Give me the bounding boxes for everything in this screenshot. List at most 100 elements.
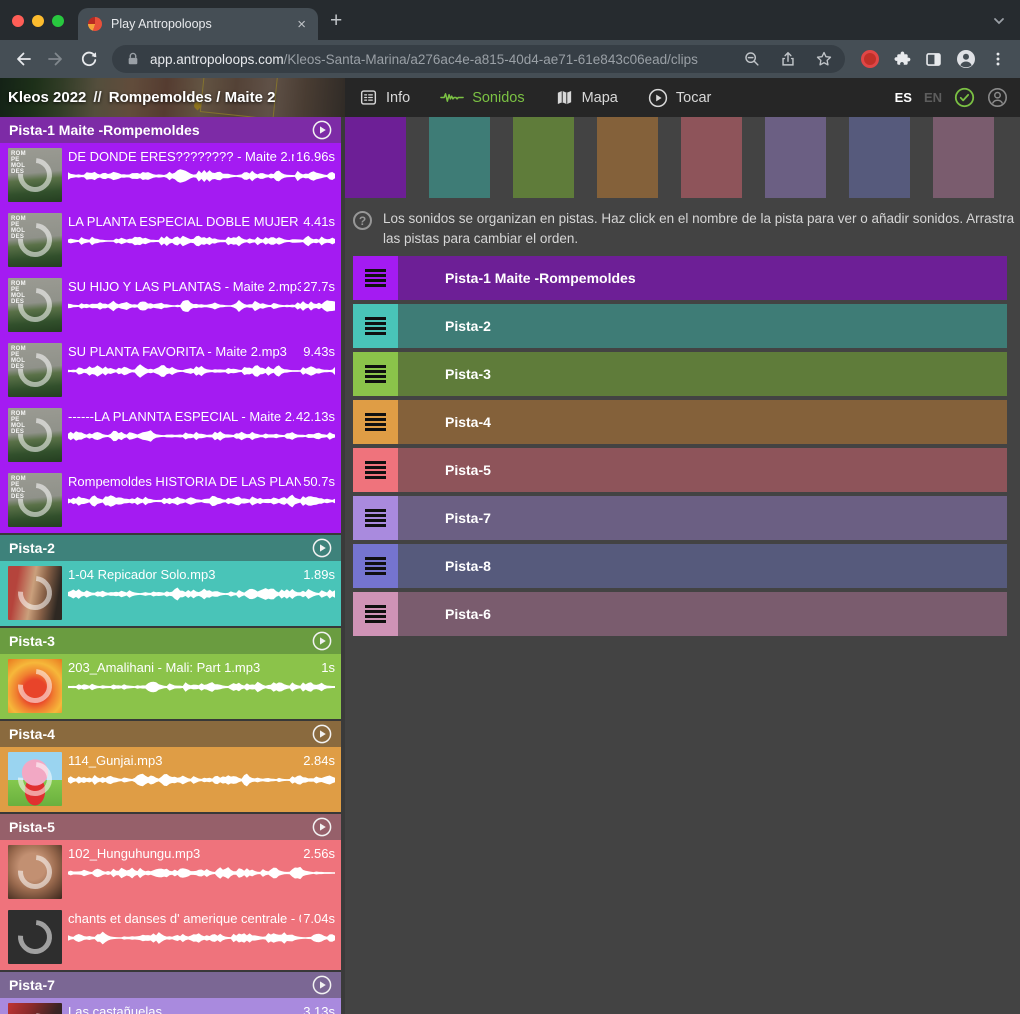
nav-info[interactable]: Info — [359, 88, 410, 107]
clip-waveform[interactable] — [68, 362, 335, 380]
minimize-window-button[interactable] — [32, 15, 44, 27]
track-name: Pista-4 — [9, 726, 55, 742]
clip-item[interactable]: ROMPEMOLDES SU HIJO Y LAS PLANTAS - Maite… — [0, 273, 341, 338]
drag-handle[interactable] — [353, 352, 398, 396]
clip-waveform[interactable] — [68, 492, 335, 510]
address-bar[interactable]: app.antropoloops.com/Kleos-Santa-Marina/… — [112, 45, 845, 73]
nav-sonidos[interactable]: Sonidos — [440, 88, 524, 107]
drag-handle[interactable] — [353, 592, 398, 636]
zoom-icon[interactable] — [743, 50, 761, 68]
track-row-body[interactable]: Pista-3 — [398, 352, 1007, 396]
clip-title: chants et danses d' amerique centrale - … — [68, 911, 301, 926]
clip-item[interactable]: 102_Hunguhungu.mp32.56s — [0, 840, 341, 905]
track-row[interactable]: Pista-3 — [353, 352, 1007, 396]
clip-thumbnail: ROMPEMOLDES — [8, 408, 62, 462]
clip-title: LA PLANTA ESPECIAL DOBLE MUJER - Mai... — [68, 214, 301, 229]
track-row-body[interactable]: Pista-1 Maite -Rompemoldes — [398, 256, 1007, 300]
clip-waveform[interactable] — [68, 427, 335, 445]
lang-es[interactable]: ES — [895, 90, 912, 105]
track-play-button[interactable] — [312, 817, 332, 837]
track-row-body[interactable]: Pista-6 — [398, 592, 1007, 636]
clip-waveform[interactable] — [68, 585, 335, 603]
track-row[interactable]: Pista-1 Maite -Rompemoldes — [353, 256, 1007, 300]
track-header[interactable]: Pista-7 — [0, 972, 341, 998]
clip-item[interactable]: Las castañuelas3.13s — [0, 998, 341, 1014]
drag-handle[interactable] — [353, 400, 398, 444]
clip-item[interactable]: 203_Amalihani - Mali: Part 1.mp31s — [0, 654, 341, 719]
clip-duration: 27.7s — [303, 279, 335, 294]
clip-waveform[interactable] — [68, 167, 335, 185]
track-play-button[interactable] — [312, 724, 332, 744]
clip-waveform[interactable] — [68, 232, 335, 250]
track-header[interactable]: Pista-1 Maite -Rompemoldes — [0, 117, 341, 143]
clip-duration: 50.7s — [303, 474, 335, 489]
reload-icon[interactable] — [79, 49, 99, 69]
track-play-button[interactable] — [312, 538, 332, 558]
extensions-puzzle-icon[interactable] — [892, 50, 911, 69]
clip-thumbnail: ROMPEMOLDES — [8, 278, 62, 332]
tab-close-icon[interactable]: × — [295, 17, 308, 32]
clip-item[interactable]: ROMPEMOLDESLA PLANTA ESPECIAL DOBLE MUJE… — [0, 208, 341, 273]
track-row-body[interactable]: Pista-7 — [398, 496, 1007, 540]
share-icon[interactable] — [779, 50, 797, 68]
drag-handle[interactable] — [353, 448, 398, 492]
track-row[interactable]: Pista-7 — [353, 496, 1007, 540]
clip-item[interactable]: ROMPEMOLDES------LA PLANNTA ESPECIAL - M… — [0, 403, 341, 468]
clip-item[interactable]: chants et danses d' amerique centrale - … — [0, 905, 341, 970]
account-icon[interactable] — [987, 87, 1008, 108]
browser-menu-kebab-icon[interactable] — [989, 50, 1007, 68]
clip-info: SU HIJO Y LAS PLANTAS - Maite 2.mp327.7s — [68, 279, 335, 294]
clip-waveform[interactable] — [68, 864, 335, 882]
drag-handle[interactable] — [353, 304, 398, 348]
side-panel-icon[interactable] — [924, 50, 943, 69]
new-tab-button[interactable]: + — [330, 10, 342, 31]
forward-icon[interactable] — [46, 49, 66, 69]
breadcrumb-project[interactable]: Kleos 2022 — [8, 89, 86, 106]
track-header[interactable]: Pista-3 — [0, 628, 341, 654]
track-row-body[interactable]: Pista-8 — [398, 544, 1007, 588]
clip-waveform[interactable] — [68, 771, 335, 789]
track-play-button[interactable] — [312, 975, 332, 995]
maximize-window-button[interactable] — [52, 15, 64, 27]
browser-tab[interactable]: Play Antropoloops × — [78, 8, 318, 40]
track-header[interactable]: Pista-2 — [0, 535, 341, 561]
track-row[interactable]: Pista-5 — [353, 448, 1007, 492]
clip-title: DE DONDE ERES???????? - Maite 2.mp3 — [68, 149, 294, 164]
close-window-button[interactable] — [12, 15, 24, 27]
lock-icon — [124, 50, 142, 68]
track-row[interactable]: Pista-2 — [353, 304, 1007, 348]
track-row[interactable]: Pista-6 — [353, 592, 1007, 636]
nav-mapa[interactable]: Mapa — [555, 88, 618, 107]
drag-handle[interactable] — [353, 544, 398, 588]
clip-waveform[interactable] — [68, 929, 335, 947]
track-row-body[interactable]: Pista-2 — [398, 304, 1007, 348]
clip-item[interactable]: ROMPEMOLDESDE DONDE ERES???????? - Maite… — [0, 143, 341, 208]
tab-search-chevron-icon[interactable] — [990, 12, 1008, 30]
track-header[interactable]: Pista-5 — [0, 814, 341, 840]
clip-item[interactable]: 114_Gunjai.mp32.84s — [0, 747, 341, 812]
track-row-body[interactable]: Pista-4 — [398, 400, 1007, 444]
track-clips: 203_Amalihani - Mali: Part 1.mp31s — [0, 654, 341, 719]
clip-waveform[interactable] — [68, 678, 335, 696]
clip-item[interactable]: ROMPEMOLDESSU PLANTA FAVORITA - Maite 2.… — [0, 338, 341, 403]
track-play-button[interactable] — [312, 120, 332, 140]
drag-handle[interactable] — [353, 496, 398, 540]
track-play-button[interactable] — [312, 631, 332, 651]
track-row-label: Pista-7 — [445, 510, 491, 526]
clip-waveform[interactable] — [68, 297, 335, 315]
track-header[interactable]: Pista-4 — [0, 721, 341, 747]
breadcrumb-session[interactable]: Rompemoldes / Maite 2 — [109, 89, 276, 106]
clip-item[interactable]: ROMPEMOLDESRompemoldes HISTORIA DE LAS P… — [0, 468, 341, 533]
track-row-body[interactable]: Pista-5 — [398, 448, 1007, 492]
record-extension-icon[interactable] — [861, 50, 879, 68]
breadcrumb[interactable]: Kleos 2022//Rompemoldes / Maite 2 — [0, 78, 345, 117]
bookmark-star-icon[interactable] — [815, 50, 833, 68]
track-row[interactable]: Pista-8 — [353, 544, 1007, 588]
lang-en[interactable]: EN — [924, 90, 942, 105]
nav-tocar[interactable]: Tocar — [648, 88, 711, 108]
profile-avatar[interactable] — [956, 49, 976, 69]
drag-handle[interactable] — [353, 256, 398, 300]
clip-item[interactable]: 1-04 Repicador Solo.mp31.89s — [0, 561, 341, 626]
track-row[interactable]: Pista-4 — [353, 400, 1007, 444]
back-icon[interactable] — [13, 49, 33, 69]
